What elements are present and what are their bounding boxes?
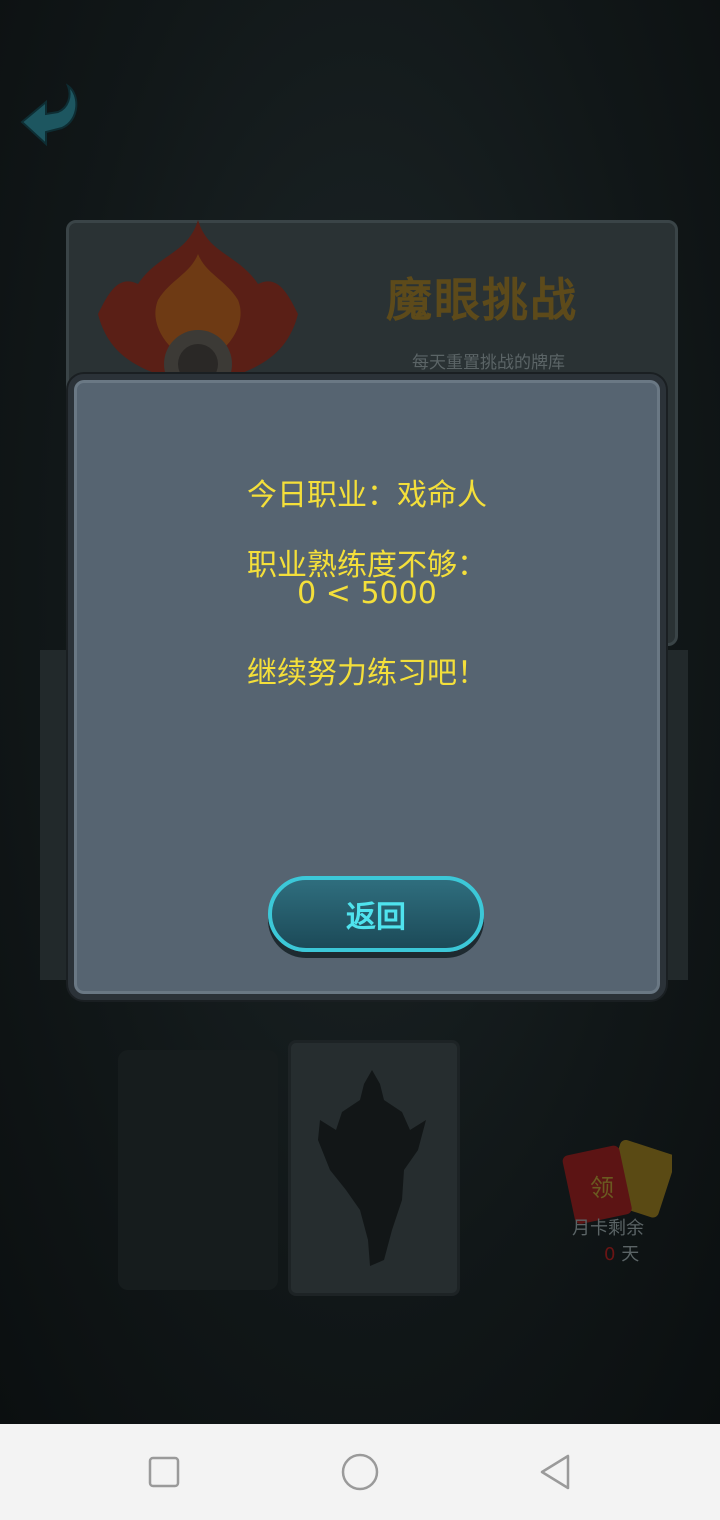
challenge-subtitle: 每天重置挑战的牌库 xyxy=(412,353,565,373)
challenge-title: 魔眼挑战 xyxy=(386,273,578,327)
proficiency-value-text: 0 < 5000 xyxy=(297,576,437,611)
game-screen: 魔眼挑战 每天重置挑战的牌库 领 月卡剩余 0 天 今日职业：戏命人 职业熟练度… xyxy=(0,0,720,1424)
redpacket-char: 领 xyxy=(590,1174,614,1202)
back-arrow-icon[interactable] xyxy=(18,80,84,150)
month-card-days-value: 0 xyxy=(604,1244,616,1265)
circle-icon[interactable] xyxy=(338,1450,382,1494)
today-class-text: 今日职业：戏命人 xyxy=(247,478,487,513)
card-slot-left xyxy=(118,1050,278,1290)
navigation-bar xyxy=(0,1424,720,1520)
square-icon[interactable] xyxy=(144,1452,184,1492)
return-button[interactable]: 返回 xyxy=(268,876,484,952)
month-card-days: 0 天 xyxy=(604,1240,639,1266)
month-card-days-unit: 天 xyxy=(621,1244,640,1265)
encourage-text: 继续努力练习吧！ xyxy=(247,656,487,691)
month-card-label: 月卡剩余 xyxy=(572,1218,644,1239)
side-panel-left xyxy=(40,650,70,980)
warrior-silhouette-icon xyxy=(318,1070,426,1266)
flame-eye-emblem-icon xyxy=(98,220,298,384)
side-panel-right xyxy=(668,650,688,980)
proficiency-dialog: 今日职业：戏命人 职业熟练度不够： 0 < 5000 继续努力练习吧！ 返回 xyxy=(68,374,666,1000)
triangle-back-icon[interactable] xyxy=(536,1452,576,1492)
